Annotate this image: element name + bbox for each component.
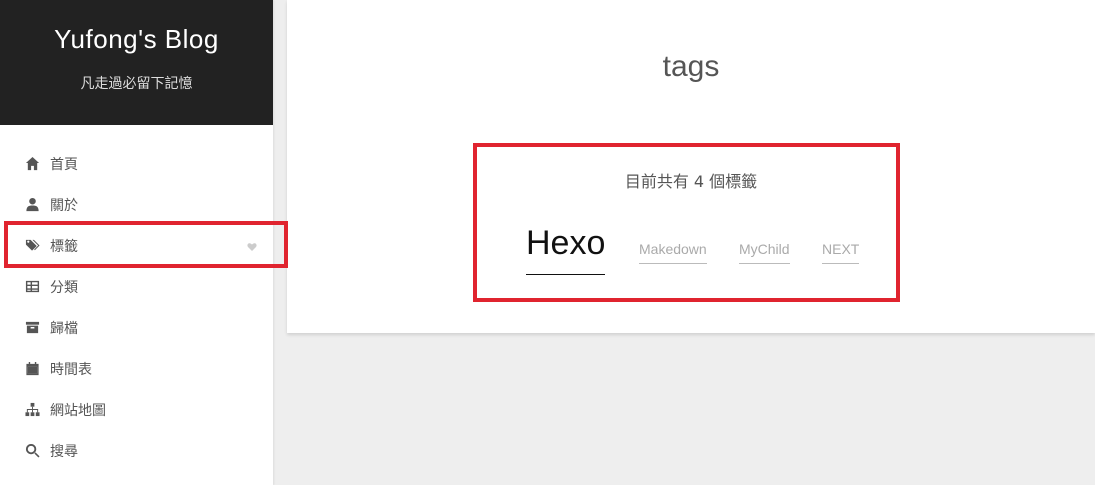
calendar-icon bbox=[24, 361, 40, 377]
menu-item-sitemap[interactable]: 網站地圖 bbox=[0, 389, 273, 430]
site-brand: Yufong's Blog 凡走過必留下記憶 bbox=[0, 0, 273, 125]
sidebar: Yufong's Blog 凡走過必留下記憶 首頁 關於 標籤 分類 歸檔 時間… bbox=[0, 0, 273, 485]
menu-item-archives[interactable]: 歸檔 bbox=[0, 307, 273, 348]
tag-link-hexo[interactable]: Hexo bbox=[526, 226, 606, 275]
user-icon bbox=[24, 197, 40, 213]
search-icon bbox=[24, 443, 40, 459]
page-title: tags bbox=[662, 50, 720, 83]
menu-item-categories[interactable]: 分類 bbox=[0, 266, 273, 307]
menu-item-home[interactable]: 首頁 bbox=[0, 143, 273, 184]
heart-icon bbox=[247, 240, 257, 251]
menu-item-tags[interactable]: 標籤 bbox=[0, 225, 273, 266]
menu-item-label: 時間表 bbox=[50, 361, 92, 378]
main-content: tags 目前共有 4 個標籤 Hexo Makedown MyChild NE… bbox=[287, 0, 1095, 333]
archive-icon bbox=[24, 320, 40, 336]
site-title[interactable]: Yufong's Blog bbox=[0, 24, 273, 55]
menu-item-search[interactable]: 搜尋 bbox=[0, 430, 273, 471]
menu-item-label: 分類 bbox=[50, 279, 78, 296]
menu-item-label: 標籤 bbox=[50, 238, 78, 255]
menu-item-label: 首頁 bbox=[50, 156, 78, 173]
tags-icon bbox=[24, 238, 40, 254]
main-menu: 首頁 關於 標籤 分類 歸檔 時間表 網站地圖 搜尋 bbox=[0, 125, 273, 471]
menu-item-label: 網站地圖 bbox=[50, 402, 106, 419]
site-subtitle: 凡走過必留下記憶 bbox=[80, 76, 193, 92]
tag-count-text: 目前共有 4 個標籤 bbox=[624, 172, 758, 191]
menu-item-label: 搜尋 bbox=[50, 443, 78, 460]
home-icon bbox=[24, 156, 40, 172]
menu-item-label: 歸檔 bbox=[50, 320, 78, 337]
tag-link-next[interactable]: NEXT bbox=[822, 242, 860, 264]
tag-cloud: Hexo Makedown MyChild NEXT bbox=[287, 220, 1095, 280]
sitemap-icon bbox=[24, 402, 40, 418]
tag-link-makedown[interactable]: Makedown bbox=[639, 242, 707, 264]
menu-item-about[interactable]: 關於 bbox=[0, 184, 273, 225]
menu-item-schedule[interactable]: 時間表 bbox=[0, 348, 273, 389]
table-icon bbox=[24, 279, 40, 295]
menu-item-label: 關於 bbox=[50, 197, 78, 214]
tag-link-mychild[interactable]: MyChild bbox=[739, 242, 790, 264]
